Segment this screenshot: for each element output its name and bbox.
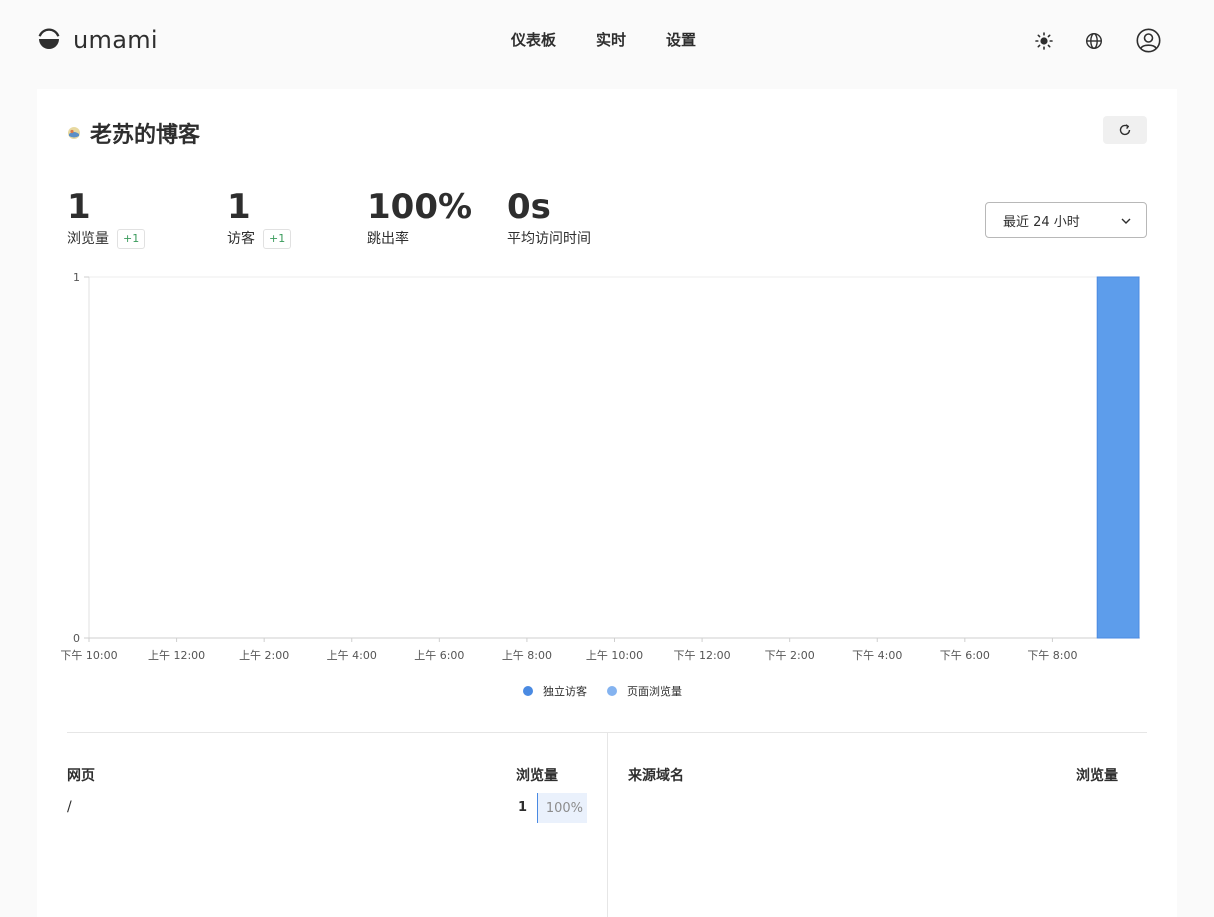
bar-visitors [1096,276,1140,639]
x-tick-label: 上午 4:00 [327,649,377,662]
user-profile-icon[interactable] [1135,27,1161,53]
x-tick-label: 上午 2:00 [239,649,289,662]
legend-swatch [523,686,533,696]
x-tick-label: 上午 6:00 [414,649,464,662]
x-tick-label: 上午 12:00 [148,649,205,662]
y-tick-label: 0 [73,632,80,645]
legend-label: 页面浏览量 [627,685,682,698]
legend-item-pageviews[interactable]: 页面浏览量 [607,683,682,699]
umami-logo-icon [38,28,60,49]
nav-settings[interactable]: 设置 [666,30,696,50]
nav-realtime[interactable]: 实时 [596,30,626,50]
x-tick-label: 下午 4:00 [852,649,902,662]
x-tick-label: 下午 8:00 [1027,649,1077,662]
y-tick-label: 1 [73,271,80,284]
main-nav: 仪表板 实时 设置 [511,30,736,50]
theme-toggle-sun-icon[interactable] [1034,31,1054,51]
visits-chart: 0 1 下午 10:00 上午 12:00 上午 2:00 上午 4:00 上午 6:00 上… [60,271,1140,662]
language-globe-icon[interactable] [1084,31,1104,51]
referrers-table-title: 来源域名 [628,768,684,784]
app-name: umami [73,26,158,54]
x-tick-label: 上午 10:00 [586,649,643,662]
chart-legend: 独立访客 页面浏览量 [523,683,702,699]
referrers-table-metric-header: 浏览量 [1076,768,1118,784]
legend-item-visitors[interactable]: 独立访客 [523,683,587,699]
table-row-percent: 100% [545,800,583,816]
table-row-value: 1 [517,800,527,815]
legend-label: 独立访客 [543,685,587,698]
column-divider [607,733,608,917]
pages-table-title: 网页 [67,768,95,784]
nav-dashboard[interactable]: 仪表板 [511,30,556,50]
table-row-percent-bar: 100% [537,793,587,823]
x-tick-label: 下午 12:00 [673,649,730,662]
x-tick-label: 下午 10:00 [60,649,117,662]
app-logo[interactable]: umami [37,26,158,54]
website-dashboard-card: 老苏的博客 1 浏览量 +1 1 访客 +1 100% 跳出率 0s 平均访问时… [37,89,1177,917]
pages-table-metric-header: 浏览量 [516,768,558,784]
table-row-label[interactable]: / [67,799,72,815]
legend-swatch [607,686,617,696]
x-tick-label: 下午 2:00 [765,649,815,662]
x-tick-label: 上午 8:00 [502,649,552,662]
x-tick-label: 下午 6:00 [940,649,990,662]
